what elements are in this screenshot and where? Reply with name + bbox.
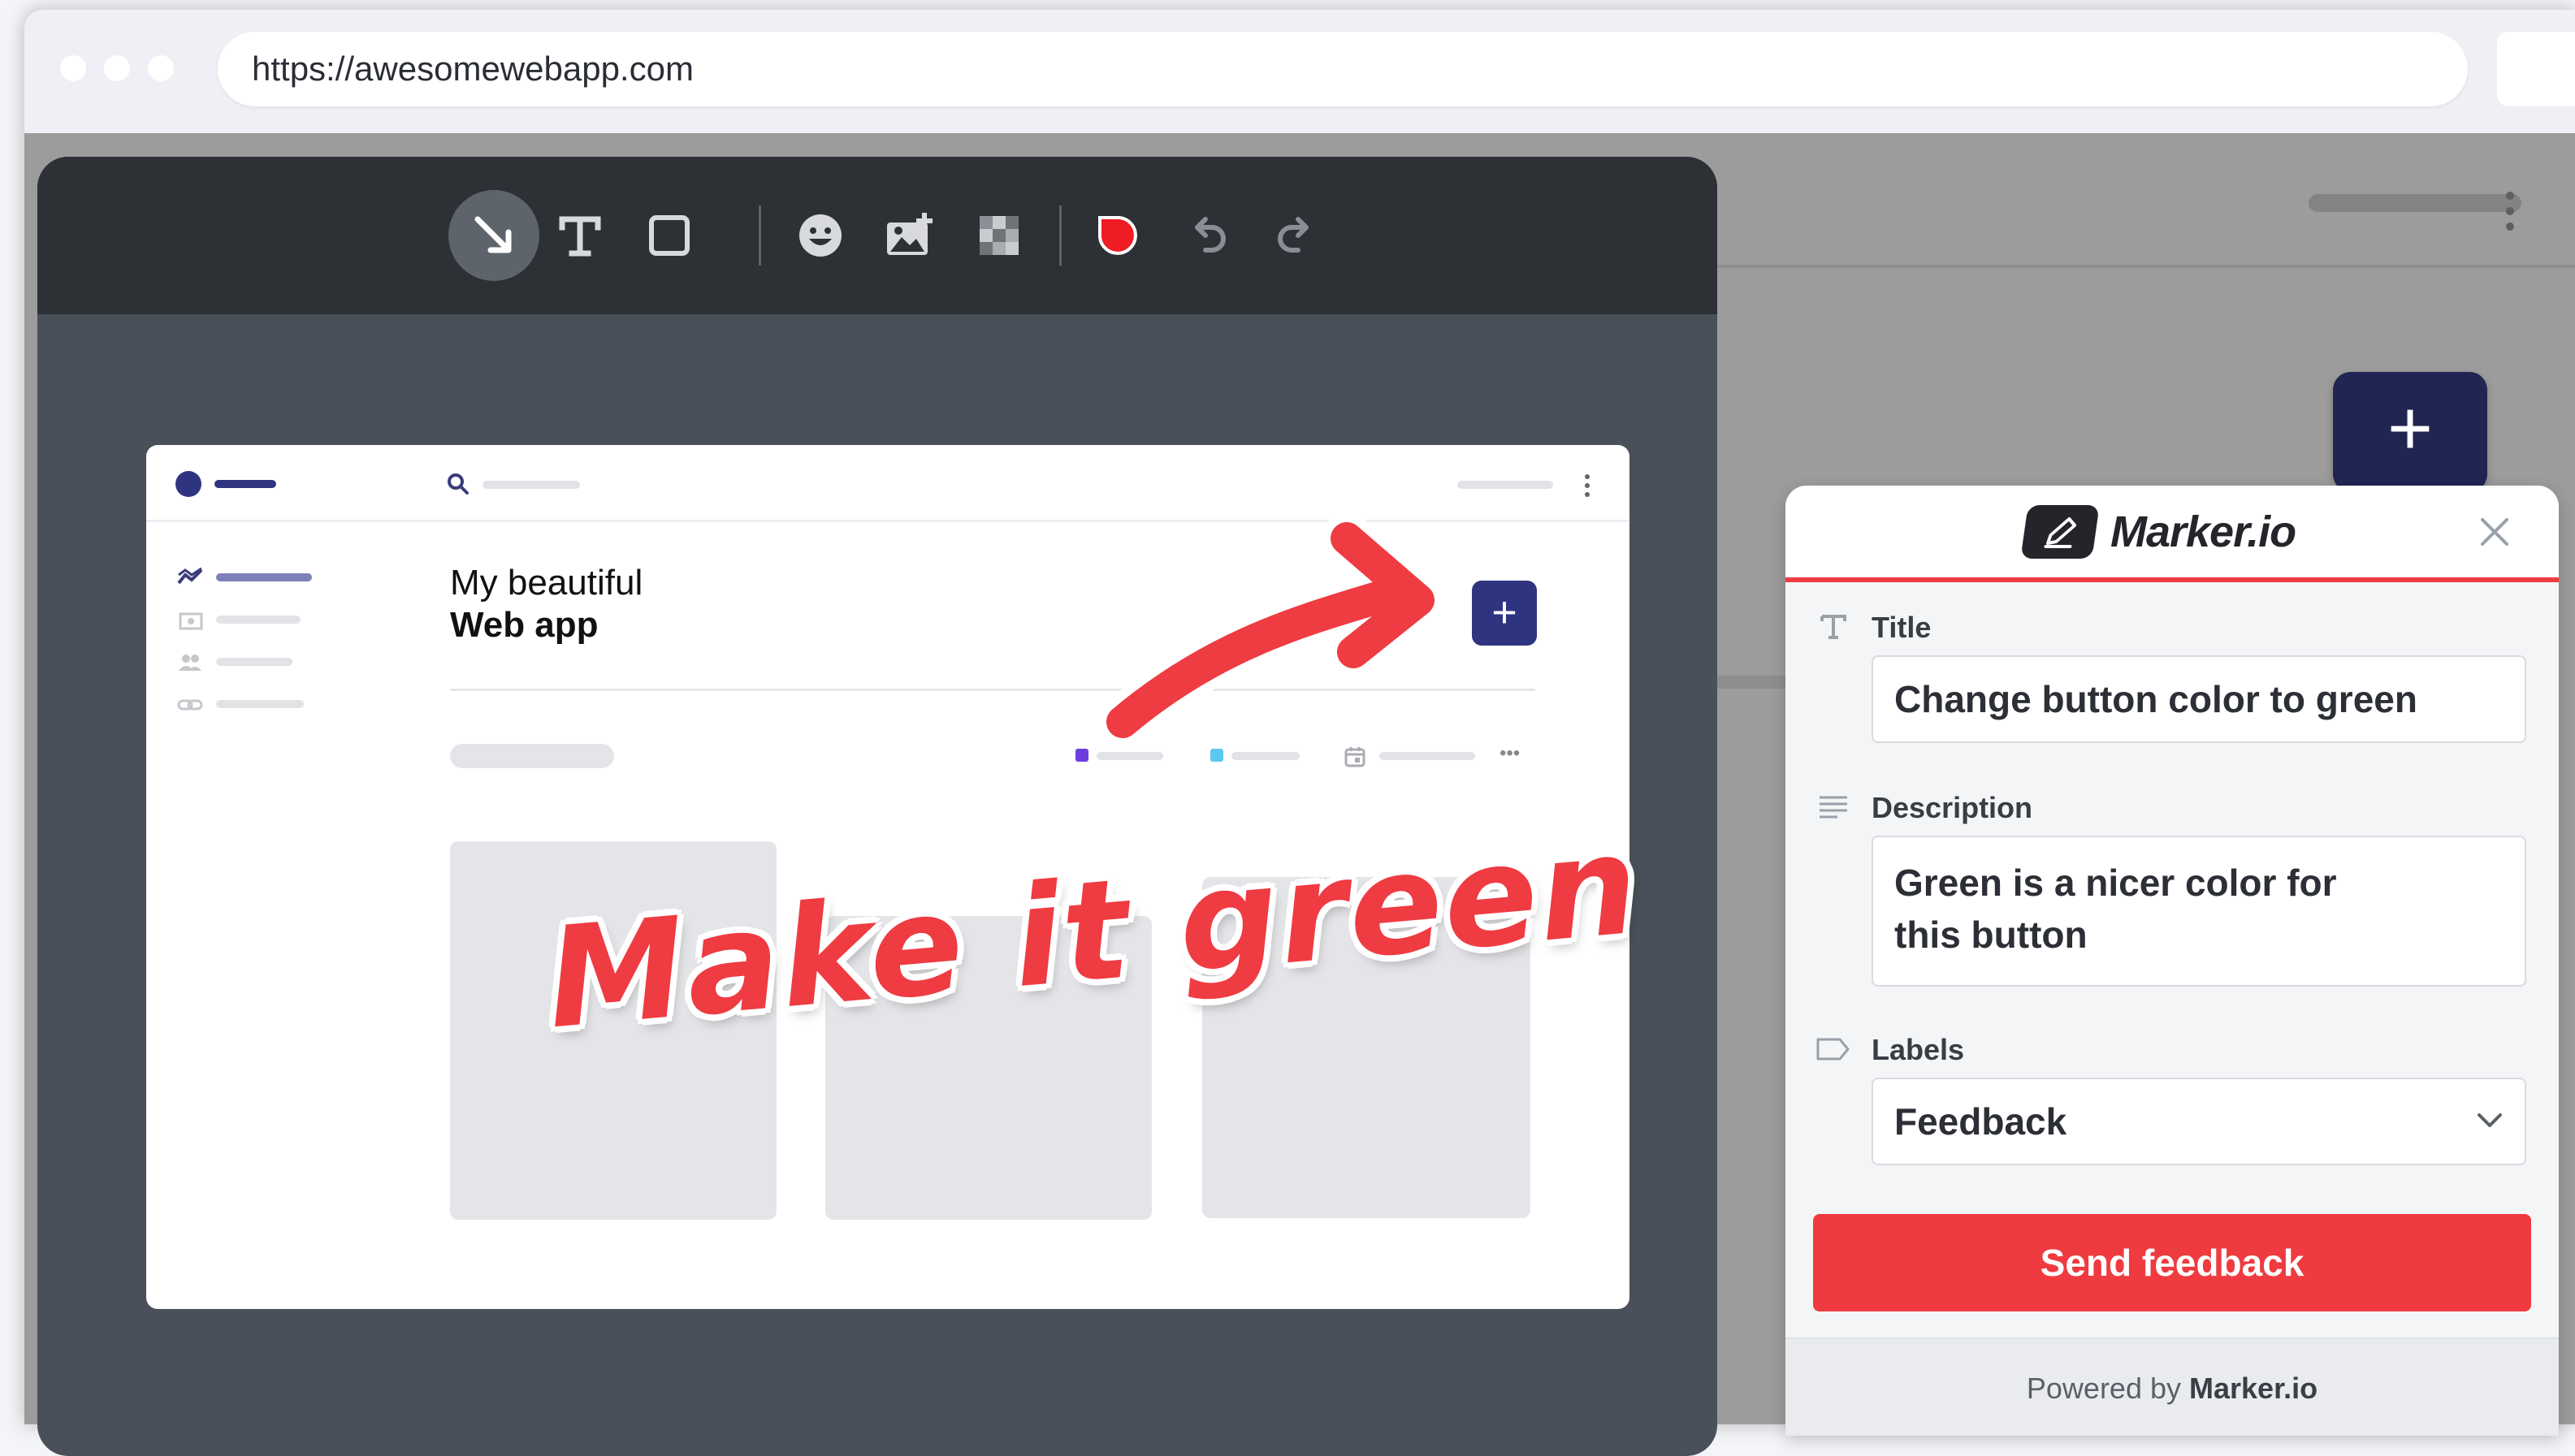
- feedback-panel: Marker.io Title Change button color to g…: [1785, 486, 2559, 1436]
- url-text: https://awesomewebapp.com: [252, 50, 694, 88]
- send-feedback-button[interactable]: Send feedback: [1813, 1214, 2531, 1311]
- browser-extension-area[interactable]: [2497, 32, 2575, 106]
- window-maximize-dot[interactable]: [148, 55, 174, 81]
- labels-label: Labels: [1872, 1033, 1965, 1066]
- panel-header: Marker.io: [1785, 486, 2559, 582]
- description-textarea[interactable]: Green is a nicer color for this button: [1872, 836, 2526, 987]
- address-bar[interactable]: https://awesomewebapp.com: [218, 32, 2468, 106]
- description-label: Description: [1872, 791, 2033, 824]
- powered-by-prefix: Powered by: [2026, 1372, 2181, 1405]
- window-close-dot[interactable]: [60, 55, 86, 81]
- labels-select[interactable]: Feedback: [1872, 1078, 2526, 1165]
- brand-name: Marker.io: [2110, 508, 2296, 556]
- close-icon: [2481, 518, 2508, 546]
- page-add-button[interactable]: +: [2333, 372, 2487, 492]
- close-button[interactable]: [2466, 503, 2523, 560]
- pencil-icon: [2020, 505, 2100, 559]
- title-input[interactable]: Change button color to green: [1872, 655, 2526, 743]
- chevron-down-icon: [2478, 1113, 2502, 1127]
- window-minimize-dot[interactable]: [104, 55, 130, 81]
- title-label: Title: [1872, 611, 1932, 644]
- powered-by-text: Powered by Marker.io: [1785, 1339, 2559, 1436]
- labels-field-icon: [1813, 1029, 1854, 1069]
- description-field-icon: [1813, 787, 1854, 827]
- labels-select-value: Feedback: [1894, 1100, 2067, 1143]
- panel-footer: Powered by Marker.io: [1785, 1337, 2559, 1436]
- brand-logo: Marker.io: [2020, 505, 2296, 559]
- description-line2: this button: [1894, 914, 2088, 956]
- annotation-editor: My beautiful Web app + ••• Make it green: [37, 157, 1717, 1456]
- page-placeholder-bar: [2309, 194, 2521, 212]
- page-kebab-icon[interactable]: [2502, 188, 2518, 237]
- title-field-icon: [1813, 607, 1854, 647]
- browser-chrome: https://awesomewebapp.com: [24, 10, 2575, 133]
- page-divider: [1717, 265, 2575, 268]
- description-line1: Green is a nicer color for: [1894, 862, 2337, 904]
- powered-by-brand[interactable]: Marker.io: [2189, 1372, 2318, 1405]
- annotation-arrow: [1097, 512, 1444, 748]
